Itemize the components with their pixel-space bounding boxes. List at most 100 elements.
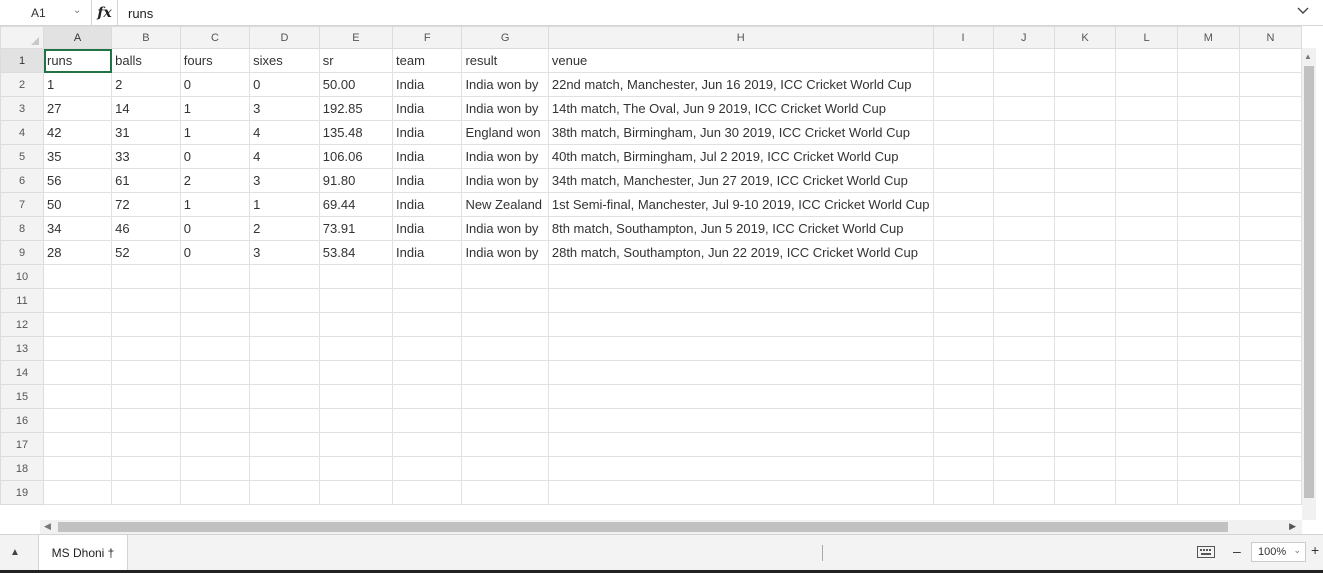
cell[interactable] [1176, 144, 1241, 169]
cell[interactable] [42, 384, 113, 409]
cell[interactable]: 1 [179, 120, 251, 145]
cell[interactable] [392, 432, 463, 457]
cell[interactable] [42, 408, 113, 433]
cell[interactable] [1115, 240, 1178, 265]
column-header[interactable]: K [1053, 26, 1117, 49]
cell[interactable] [249, 456, 320, 481]
cell[interactable]: 135.48 [318, 120, 394, 145]
cell[interactable] [547, 480, 934, 505]
cell[interactable] [932, 264, 994, 289]
cell[interactable] [318, 312, 394, 337]
cell[interactable] [992, 192, 1055, 217]
cell[interactable] [392, 360, 463, 385]
cell[interactable] [1115, 312, 1178, 337]
cell[interactable]: 33 [111, 144, 181, 169]
cell[interactable] [1239, 360, 1302, 385]
column-header[interactable]: I [932, 26, 994, 49]
cell[interactable] [249, 384, 320, 409]
cell[interactable] [1176, 240, 1241, 265]
cell[interactable] [392, 312, 463, 337]
column-header[interactable]: F [392, 26, 463, 49]
cell[interactable] [1115, 384, 1178, 409]
scroll-up-icon[interactable]: ▲ [1304, 52, 1312, 61]
cell[interactable]: 0 [179, 144, 251, 169]
cell[interactable]: 73.91 [318, 216, 394, 241]
cell[interactable] [932, 456, 994, 481]
cell[interactable] [992, 168, 1055, 193]
cell[interactable] [1053, 96, 1117, 121]
row-header[interactable]: 2 [0, 72, 44, 97]
cell[interactable]: New Zealand [461, 192, 549, 217]
sheet-tab[interactable]: MS Dhoni † [38, 535, 128, 571]
cell[interactable] [992, 72, 1055, 97]
cell[interactable] [42, 312, 113, 337]
cell[interactable] [42, 480, 113, 505]
cell[interactable] [992, 312, 1055, 337]
sheet-table[interactable]: ABCDEFGHIJKLMN 1 runs balls fours sixes sr tea… [0, 26, 1302, 505]
column-header[interactable]: B [111, 26, 181, 49]
cell[interactable] [111, 456, 181, 481]
cell[interactable]: 1st Semi-final, Manchester, Jul 9-10 201… [547, 192, 934, 217]
cell[interactable]: 1 [179, 192, 251, 217]
cell[interactable] [461, 408, 549, 433]
cell[interactable] [111, 264, 181, 289]
cell[interactable]: 91.80 [318, 168, 394, 193]
cell[interactable] [1239, 456, 1302, 481]
cell[interactable]: balls [111, 48, 181, 73]
cell[interactable] [932, 120, 994, 145]
row-header[interactable]: 18 [0, 456, 44, 481]
cell[interactable] [1053, 144, 1117, 169]
cell[interactable]: 50.00 [318, 72, 394, 97]
cell[interactable] [1239, 144, 1302, 169]
cell[interactable] [932, 72, 994, 97]
cell[interactable]: India won by [461, 72, 549, 97]
row-header[interactable]: 3 [0, 96, 44, 121]
cell[interactable] [179, 384, 251, 409]
chevron-down-icon[interactable]: ⌄ [73, 5, 81, 16]
row-header[interactable]: 19 [0, 480, 44, 505]
cell[interactable] [1239, 168, 1302, 193]
cell[interactable] [1239, 408, 1302, 433]
cell[interactable] [1176, 432, 1241, 457]
cell[interactable]: 14th match, The Oval, Jun 9 2019, ICC Cr… [547, 96, 934, 121]
cell[interactable] [318, 264, 394, 289]
cell[interactable] [1239, 192, 1302, 217]
cell[interactable] [111, 408, 181, 433]
cell[interactable]: 56 [42, 168, 113, 193]
cell[interactable] [992, 48, 1055, 73]
cell[interactable] [1239, 48, 1302, 73]
cell[interactable] [932, 312, 994, 337]
cell[interactable]: 52 [111, 240, 181, 265]
cell[interactable] [992, 456, 1055, 481]
cell[interactable]: India won by [461, 96, 549, 121]
cell[interactable] [992, 480, 1055, 505]
cell[interactable]: 34 [42, 216, 113, 241]
cell[interactable] [547, 288, 934, 313]
cell[interactable] [42, 264, 113, 289]
horizontal-scrollbar[interactable]: ◀ ▶ [40, 520, 1302, 534]
horizontal-scroll-thumb[interactable] [58, 522, 1228, 532]
cell[interactable] [932, 48, 994, 73]
cell[interactable] [1053, 264, 1117, 289]
cell[interactable] [1115, 72, 1178, 97]
cell[interactable] [179, 312, 251, 337]
row-header[interactable]: 6 [0, 168, 44, 193]
cell[interactable] [318, 336, 394, 361]
cell[interactable]: India [392, 168, 463, 193]
cell[interactable]: 0 [179, 72, 251, 97]
vertical-scroll-thumb[interactable] [1304, 66, 1314, 498]
cell[interactable]: India [392, 72, 463, 97]
cell[interactable]: 192.85 [318, 96, 394, 121]
cell[interactable] [992, 144, 1055, 169]
cell[interactable]: 69.44 [318, 192, 394, 217]
row-header[interactable]: 11 [0, 288, 44, 313]
cell[interactable]: 2 [111, 72, 181, 97]
cell[interactable] [932, 480, 994, 505]
cell[interactable]: sixes [249, 48, 320, 73]
cell[interactable] [1115, 144, 1178, 169]
cell[interactable] [1176, 48, 1241, 73]
cell[interactable] [318, 456, 394, 481]
cell[interactable]: 40th match, Birmingham, Jul 2 2019, ICC … [547, 144, 934, 169]
cell[interactable]: India [392, 192, 463, 217]
spreadsheet-grid[interactable]: ABCDEFGHIJKLMN 1 runs balls fours sixes sr tea… [0, 26, 1302, 520]
